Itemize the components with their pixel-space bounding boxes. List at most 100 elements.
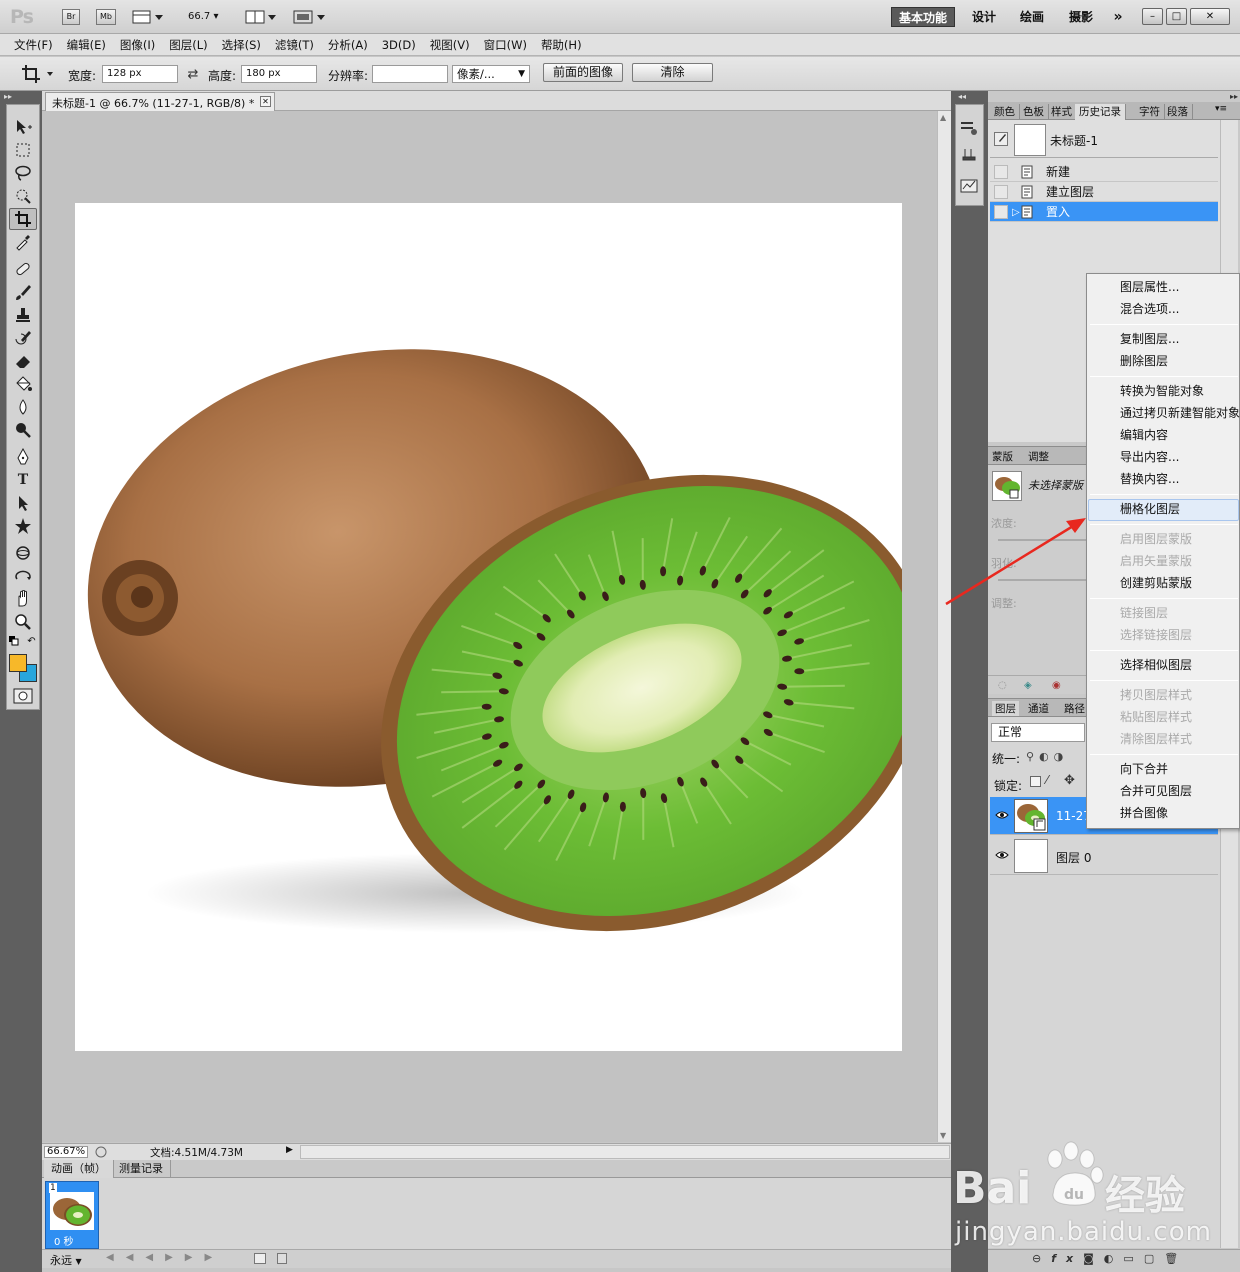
- adjustment-layer-icon[interactable]: ◐: [1104, 1252, 1124, 1265]
- menu-item-link-layers[interactable]: 链接图层: [1120, 602, 1168, 624]
- apply-mask-icon[interactable]: ◈: [1024, 680, 1032, 691]
- animation-frame[interactable]: 1 0 秒: [45, 1181, 99, 1249]
- type-tool-icon[interactable]: T: [9, 469, 37, 491]
- tab-character[interactable]: 字符: [1135, 104, 1165, 120]
- swap-dimensions-icon[interactable]: ⇄: [184, 65, 202, 83]
- resolution-unit-select[interactable]: 像素/... ▼: [452, 65, 530, 83]
- unify-icons[interactable]: ⚲◐◑: [1026, 750, 1068, 763]
- delete-frame-icon[interactable]: [277, 1253, 287, 1264]
- menu-item-copy-layer-style[interactable]: 拷贝图层样式: [1120, 684, 1192, 706]
- dodge-tool-icon[interactable]: [9, 419, 37, 441]
- workspace-design[interactable]: 设计: [966, 7, 1002, 27]
- tab-layers[interactable]: 图层: [992, 701, 1019, 716]
- menu-analysis[interactable]: 分析(A): [328, 37, 368, 53]
- prev-frame-icon[interactable]: ◀: [145, 1252, 165, 1263]
- tab-paragraph[interactable]: 段落: [1163, 104, 1193, 120]
- menu-item-edit-contents[interactable]: 编辑内容: [1120, 424, 1168, 446]
- menu-window[interactable]: 窗口(W): [484, 37, 527, 53]
- close-document-icon[interactable]: ✕: [260, 96, 271, 107]
- collapse-tools-icon[interactable]: ▸▸: [4, 92, 12, 101]
- menu-image[interactable]: 图像(I): [120, 37, 155, 53]
- 3d-rotate-tool-icon[interactable]: [9, 542, 37, 564]
- tab-paths[interactable]: 路径: [1064, 701, 1085, 716]
- close-button[interactable]: ✕: [1190, 8, 1230, 25]
- layer-style-icon[interactable]: fx: [1051, 1252, 1083, 1265]
- menu-help[interactable]: 帮助(H): [541, 37, 582, 53]
- tab-history[interactable]: 历史记录: [1075, 104, 1126, 121]
- tab-styles[interactable]: 样式: [1047, 104, 1077, 120]
- menu-3d[interactable]: 3D(D): [382, 38, 416, 52]
- menu-item-clear-layer-style[interactable]: 清除图层样式: [1120, 728, 1192, 750]
- 3d-orbit-tool-icon[interactable]: [9, 565, 37, 587]
- next-frame-icon[interactable]: ▶▶: [185, 1252, 224, 1263]
- menu-item-export-contents[interactable]: 导出内容...: [1120, 446, 1179, 468]
- width-input[interactable]: 128 px: [102, 65, 178, 83]
- disable-mask-icon[interactable]: ◉: [1052, 680, 1061, 691]
- zoom-level-select[interactable]: 66.7 ▾: [188, 11, 218, 22]
- healing-brush-tool-icon[interactable]: [9, 258, 37, 280]
- unify-style-icon[interactable]: ◑: [1054, 750, 1069, 763]
- menu-item-layer-properties[interactable]: 图层属性...: [1120, 276, 1179, 298]
- eyedropper-tool-icon[interactable]: [9, 231, 37, 253]
- brush-presets-icon[interactable]: [958, 176, 980, 196]
- tab-animation[interactable]: 动画（帧）: [44, 1160, 114, 1178]
- zoom-tool-icon[interactable]: [9, 611, 37, 633]
- status-options-icon[interactable]: [94, 1146, 108, 1158]
- height-input[interactable]: 180 px: [241, 65, 317, 83]
- menu-item-blending-options[interactable]: 混合选项...: [1120, 298, 1179, 320]
- custom-shape-tool-icon[interactable]: [9, 515, 37, 537]
- unify-visibility-icon[interactable]: ◐: [1039, 750, 1054, 763]
- menu-item-enable-layer-mask[interactable]: 启用图层蒙版: [1120, 528, 1192, 550]
- workspace-painting[interactable]: 绘画: [1014, 7, 1050, 27]
- path-selection-tool-icon[interactable]: [9, 492, 37, 514]
- move-tool-icon[interactable]: [9, 116, 37, 138]
- crop-tool-icon[interactable]: [9, 208, 37, 230]
- delete-layer-icon[interactable]: 🗑: [1164, 1252, 1188, 1265]
- lock-transparency-icon[interactable]: [1030, 776, 1041, 787]
- clone-source-icon[interactable]: [958, 146, 980, 166]
- resolution-input[interactable]: [372, 65, 448, 83]
- default-colors-icon[interactable]: [9, 636, 19, 646]
- arrange-documents-icon[interactable]: [244, 9, 278, 25]
- history-brush-tool-icon[interactable]: [9, 327, 37, 349]
- workspace-essentials[interactable]: 基本功能: [891, 7, 955, 27]
- menu-item-rasterize-layer[interactable]: 栅格化图层: [1120, 498, 1180, 520]
- menu-filter[interactable]: 滤镜(T): [275, 37, 314, 53]
- menu-item-duplicate-layer[interactable]: 复制图层...: [1120, 328, 1179, 350]
- first-frame-icon[interactable]: ◀◀: [106, 1252, 145, 1263]
- canvas-vertical-scrollbar[interactable]: ▲ ▼: [937, 111, 951, 1142]
- menu-file[interactable]: 文件(F): [14, 37, 53, 53]
- history-item-new[interactable]: 新建: [990, 162, 1218, 182]
- foreground-color-swatch[interactable]: [9, 654, 27, 672]
- workspace-more[interactable]: »: [1108, 7, 1128, 27]
- menu-layer[interactable]: 图层(L): [169, 37, 207, 53]
- load-selection-icon[interactable]: ◌: [998, 680, 1007, 691]
- clone-stamp-tool-icon[interactable]: [9, 304, 37, 326]
- playback-controls[interactable]: ◀◀◀▶▶▶: [106, 1252, 224, 1263]
- history-brush-source-icon[interactable]: [994, 132, 1008, 146]
- layer-visibility-eye-icon[interactable]: [994, 808, 1010, 822]
- eraser-tool-icon[interactable]: [9, 350, 37, 372]
- history-item-new-layer[interactable]: 建立图层: [990, 182, 1218, 202]
- new-group-icon[interactable]: ▭: [1123, 1252, 1143, 1265]
- brush-tool-icon[interactable]: [9, 281, 37, 303]
- view-extras-icon[interactable]: [131, 9, 165, 25]
- frame-delay[interactable]: 0 秒: [54, 1233, 74, 1248]
- menu-item-select-linked-layers[interactable]: 选择链接图层: [1120, 624, 1192, 646]
- workspace-photography[interactable]: 摄影: [1063, 7, 1099, 27]
- menu-edit[interactable]: 编辑(E): [67, 37, 106, 53]
- play-icon[interactable]: ▶: [165, 1252, 185, 1263]
- tool-presets-icon[interactable]: [958, 118, 980, 138]
- crop-preset-icon[interactable]: [18, 61, 58, 85]
- zoom-status-field[interactable]: 66.67%: [44, 1146, 88, 1158]
- layer-footer-icons[interactable]: ⊖fx◙◐▭▢🗑: [1032, 1252, 1188, 1265]
- restore-button[interactable]: □: [1166, 8, 1187, 25]
- hand-tool-icon[interactable]: [9, 588, 37, 610]
- swap-colors-icon[interactable]: ↶: [26, 636, 37, 647]
- loop-select[interactable]: 永远 ▼: [50, 1252, 82, 1268]
- menu-item-merge-visible[interactable]: 合并可见图层: [1120, 780, 1192, 802]
- collapse-panels-icon[interactable]: ▸▸: [990, 92, 1238, 102]
- blend-mode-select[interactable]: 正常: [991, 723, 1085, 742]
- marquee-tool-icon[interactable]: [9, 139, 37, 161]
- quick-mask-icon[interactable]: [13, 688, 33, 704]
